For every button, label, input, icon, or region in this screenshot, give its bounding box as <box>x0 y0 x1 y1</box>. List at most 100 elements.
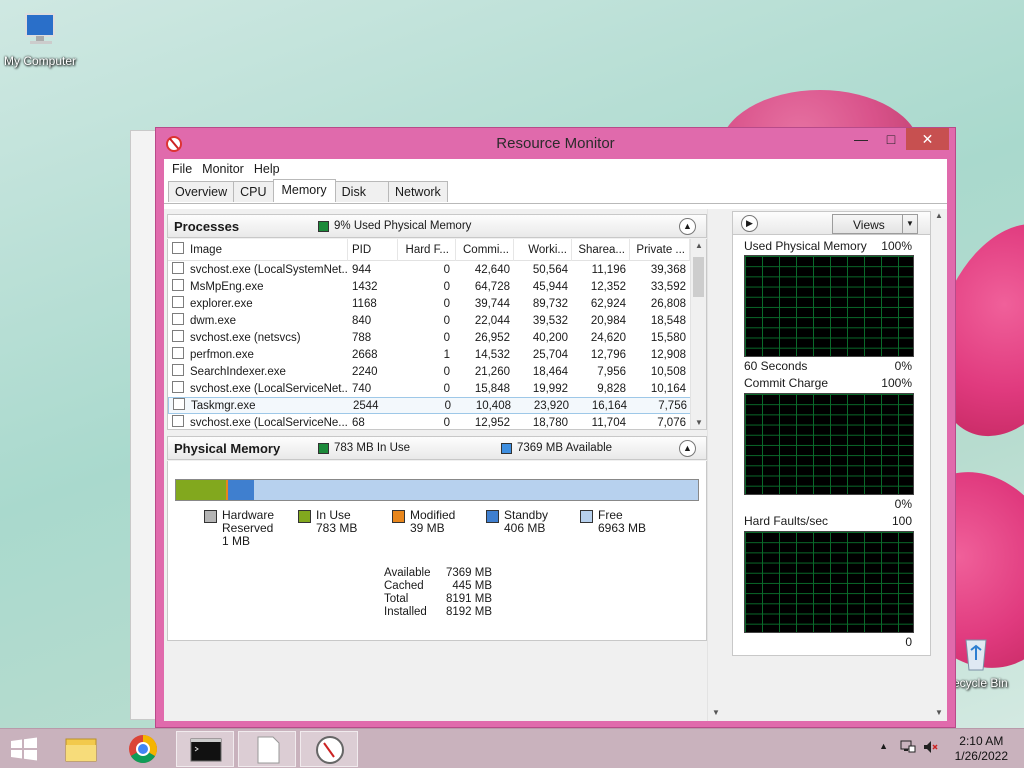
column-working[interactable]: Worki... <box>514 239 572 261</box>
free-legend-swatch <box>580 510 593 523</box>
graphs-header: ▶ Views ▼ <box>732 211 931 235</box>
row-checkbox-box[interactable] <box>173 398 185 410</box>
row-checkbox-box[interactable] <box>172 347 184 359</box>
tab-memory[interactable]: Memory <box>272 179 336 202</box>
tab-network[interactable]: Network <box>387 181 448 202</box>
legend-in-use-value: 783 MB <box>316 521 358 535</box>
scroll-up-arrow[interactable]: ▲ <box>691 241 706 250</box>
row-checkbox[interactable] <box>168 279 188 294</box>
row-checkbox-box[interactable] <box>172 296 184 308</box>
processes-collapse-button[interactable]: ▲ <box>679 218 696 235</box>
row-checkbox[interactable] <box>168 381 188 396</box>
cell-hard-faults: 0 <box>443 416 450 429</box>
graph-hard-faults-max: 100 <box>891 514 912 528</box>
close-button[interactable]: ✕ <box>906 128 949 150</box>
row-checkbox-box[interactable] <box>172 415 184 427</box>
left-scroll-down-arrow[interactable]: ▼ <box>708 708 724 717</box>
row-checkbox[interactable] <box>169 398 189 413</box>
physical-memory-header[interactable]: Physical Memory 783 MB In Use 7369 MB Av… <box>167 436 707 460</box>
row-checkbox[interactable] <box>168 313 188 328</box>
table-row[interactable]: Taskmgr.exe 2544 0 10,408 23,920 16,164 7,756 <box>168 397 706 414</box>
processes-scrollbar[interactable]: ▲ ▼ <box>690 239 706 429</box>
scroll-down-arrow[interactable]: ▼ <box>691 418 706 427</box>
cell-private: 10,508 <box>650 365 686 378</box>
minimize-button[interactable]: — <box>847 128 875 150</box>
row-checkbox[interactable] <box>168 262 188 277</box>
clock[interactable]: 2:10 AM 1/26/2022 <box>955 734 1008 764</box>
used-memory-swatch <box>318 220 329 232</box>
row-checkbox[interactable] <box>168 347 188 362</box>
row-checkbox[interactable] <box>168 330 188 345</box>
graphs-scroll-down-arrow[interactable]: ▼ <box>931 708 947 717</box>
cell-shareable: 11,704 <box>591 416 626 429</box>
maximize-button[interactable]: □ <box>877 128 905 150</box>
table-row[interactable]: SearchIndexer.exe 2240 0 21,260 18,464 7,956 1… <box>168 363 706 380</box>
table-row[interactable]: svchost.exe (LocalSystemNet... 944 0 42,640… <box>168 261 706 278</box>
left-pane-scrollbar[interactable]: ▼ <box>707 209 723 721</box>
row-checkbox[interactable] <box>168 296 188 311</box>
column-commit[interactable]: Commi... <box>456 239 514 261</box>
tab-cpu[interactable]: CPU <box>233 181 274 202</box>
table-row[interactable]: svchost.exe (netsvcs) 788 0 26,952 40,200 24,… <box>168 329 706 346</box>
table-row[interactable]: perfmon.exe 2668 1 14,532 25,704 12,796 12,908 <box>168 346 706 363</box>
available-swatch <box>501 442 512 454</box>
cell-pid: 2668 <box>352 348 378 361</box>
graphs-scroll-up-arrow[interactable]: ▲ <box>931 211 947 220</box>
my-computer-desktop-icon[interactable]: My Computer <box>0 10 80 68</box>
taskbar-chrome[interactable] <box>114 731 172 767</box>
row-checkbox[interactable] <box>168 364 188 379</box>
processes-table: Image PID Hard F... Commi... Worki... Sh… <box>167 239 707 430</box>
start-button[interactable] <box>0 731 48 767</box>
column-private[interactable]: Private ... <box>630 239 690 261</box>
graphs-scrollbar[interactable]: ▲ ▼ <box>931 209 947 721</box>
row-checkbox-box[interactable] <box>172 330 184 342</box>
column-image[interactable]: Image <box>188 239 348 261</box>
column-hard-faults[interactable]: Hard F... <box>398 239 456 261</box>
folder-icon <box>65 738 97 762</box>
row-checkbox-box[interactable] <box>172 364 184 376</box>
row-checkbox-box[interactable] <box>172 262 184 274</box>
cell-hard-faults: 0 <box>443 382 450 395</box>
cell-private: 26,808 <box>650 297 686 310</box>
column-pid[interactable]: PID <box>348 239 398 261</box>
table-row[interactable]: dwm.exe 840 0 22,044 39,532 20,984 18,548 <box>168 312 706 329</box>
row-checkbox-box[interactable] <box>172 279 184 291</box>
tab-disk[interactable]: Disk <box>334 181 389 202</box>
taskbar-resource-monitor[interactable] <box>300 731 358 767</box>
menu-monitor[interactable]: Monitor <box>198 162 248 176</box>
network-icon[interactable] <box>900 739 916 755</box>
graph-commit-charge <box>744 393 914 495</box>
table-row[interactable]: svchost.exe (LocalServiceNet... 740 0 15,84… <box>168 380 706 397</box>
menu-help[interactable]: Help <box>250 162 284 176</box>
row-checkbox-box[interactable] <box>172 313 184 325</box>
memory-stats: Available 7369 MB Cached 445 MB Total 8191 … <box>384 567 492 619</box>
table-row[interactable]: explorer.exe 1168 0 39,744 89,732 62,924 26,80… <box>168 295 706 312</box>
column-shareable[interactable]: Sharea... <box>572 239 630 261</box>
graph-used-memory-footer: 60 Seconds <box>744 359 808 373</box>
volume-muted-icon[interactable] <box>922 739 938 755</box>
taskbar-file-explorer[interactable] <box>52 731 110 767</box>
cell-commit: 12,952 <box>474 416 510 429</box>
legend-modified-value: 39 MB <box>410 521 445 535</box>
chrome-icon <box>129 735 157 763</box>
processes-header[interactable]: Processes 9% Used Physical Memory ▲ <box>167 214 707 238</box>
graphs-collapse-button[interactable]: ▶ <box>741 215 758 232</box>
table-row[interactable]: svchost.exe (LocalServiceNe... 68 0 12,952 1… <box>168 414 706 429</box>
views-dropdown[interactable]: Views ▼ <box>832 214 918 234</box>
row-checkbox-box[interactable] <box>172 381 184 393</box>
menu-file[interactable]: File <box>168 162 196 176</box>
cell-shareable: 24,620 <box>590 331 626 344</box>
taskbar-notepad[interactable] <box>238 731 296 767</box>
table-row[interactable]: MsMpEng.exe 1432 0 64,728 45,944 12,352 33,592 <box>168 278 706 295</box>
views-dropdown-arrow[interactable]: ▼ <box>902 215 917 233</box>
title-bar[interactable]: Resource Monitor — □ ✕ <box>156 128 955 159</box>
physical-memory-collapse-button[interactable]: ▲ <box>679 440 696 457</box>
row-checkbox[interactable] <box>168 415 188 429</box>
tray-overflow-icon[interactable]: ▲ <box>879 741 888 751</box>
select-all-checkbox[interactable] <box>172 242 184 254</box>
cell-private: 18,548 <box>650 314 686 327</box>
scroll-thumb[interactable] <box>693 257 704 297</box>
tab-overview[interactable]: Overview <box>168 181 235 202</box>
cell-image: Taskmgr.exe <box>191 399 256 412</box>
taskbar-command-prompt[interactable] <box>176 731 234 767</box>
